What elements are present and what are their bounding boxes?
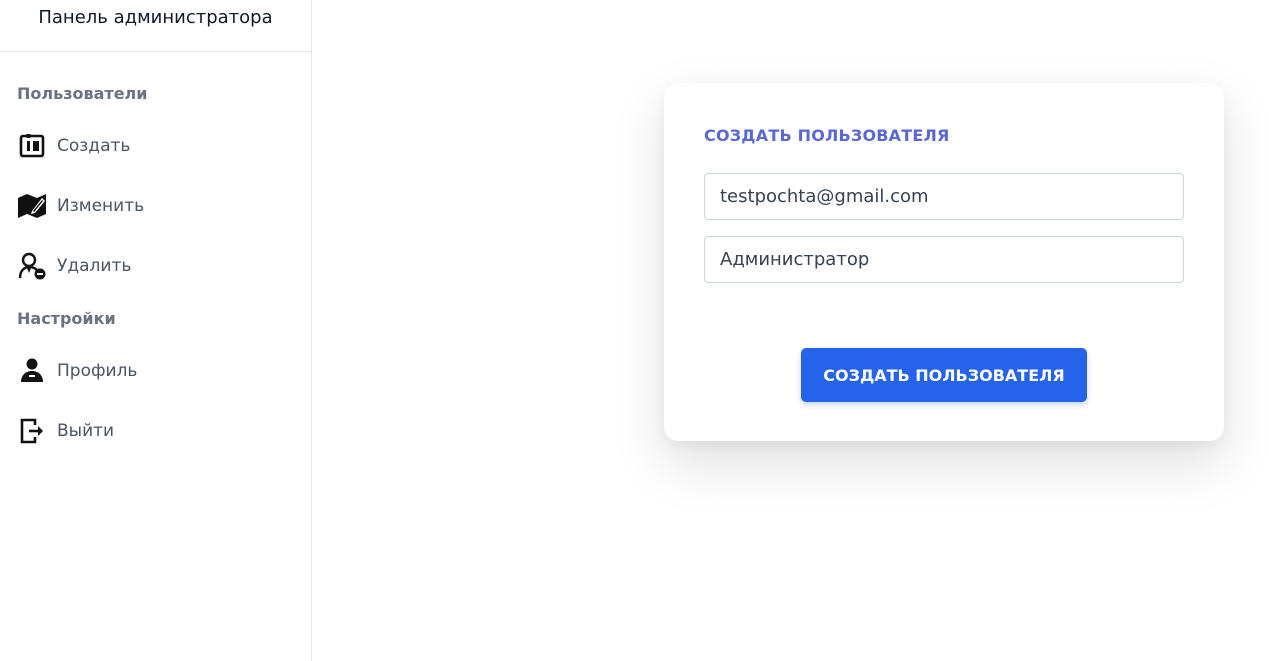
sidebar: Панель администратора Пользователи Созда… <box>0 0 312 661</box>
sidebar-item-label: Выйти <box>57 421 115 441</box>
sidebar-item-delete[interactable]: Удалить <box>17 248 131 284</box>
section-title-settings: Настройки <box>17 309 116 328</box>
sidebar-item-logout[interactable]: Выйти <box>17 413 114 449</box>
edit-icon <box>17 191 47 221</box>
create-user-card: СОЗДАТЬ ПОЛЬЗОВАТЕЛЯ СОЗДАТЬ ПОЛЬЗОВАТЕЛ… <box>664 83 1224 441</box>
create-user-button[interactable]: СОЗДАТЬ ПОЛЬЗОВАТЕЛЯ <box>801 348 1087 402</box>
sidebar-title: Панель администратора <box>0 0 311 52</box>
sidebar-item-label: Профиль <box>57 361 138 381</box>
sidebar-item-label: Удалить <box>57 256 132 276</box>
create-user-icon <box>17 131 47 161</box>
sidebar-item-edit[interactable]: Изменить <box>17 188 144 224</box>
profile-icon <box>17 356 47 386</box>
sidebar-item-profile[interactable]: Профиль <box>17 353 137 389</box>
logout-icon <box>17 416 47 446</box>
delete-user-icon <box>17 251 47 281</box>
form-title: СОЗДАТЬ ПОЛЬЗОВАТЕЛЯ <box>704 126 950 145</box>
sidebar-item-label: Создать <box>57 136 131 156</box>
admin-app: Панель администратора Пользователи Созда… <box>0 0 1269 661</box>
section-title-users: Пользователи <box>17 84 148 103</box>
role-field[interactable] <box>704 236 1184 283</box>
email-field[interactable] <box>704 173 1184 220</box>
sidebar-item-create[interactable]: Создать <box>17 128 130 164</box>
sidebar-item-label: Изменить <box>57 196 145 216</box>
